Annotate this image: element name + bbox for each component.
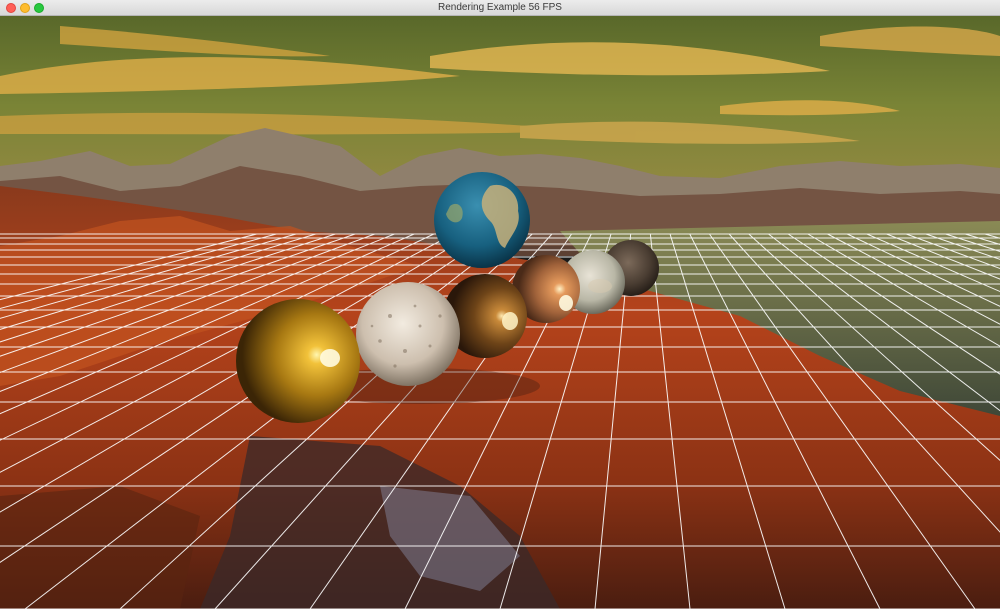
render-viewport[interactable]: [0, 16, 1000, 609]
copper-highlight: [559, 295, 573, 311]
gold-metal-sphere: [236, 299, 360, 423]
title-bar[interactable]: Rendering Example 56 FPS: [0, 0, 1000, 16]
marble-speckle: [588, 279, 612, 293]
app-window: Rendering Example 56 FPS: [0, 0, 1000, 609]
gold-highlight: [320, 349, 340, 367]
bronze-highlight: [502, 312, 518, 330]
speckled-stone-sphere: [356, 282, 460, 386]
window-title: Rendering Example 56 FPS: [438, 2, 562, 13]
